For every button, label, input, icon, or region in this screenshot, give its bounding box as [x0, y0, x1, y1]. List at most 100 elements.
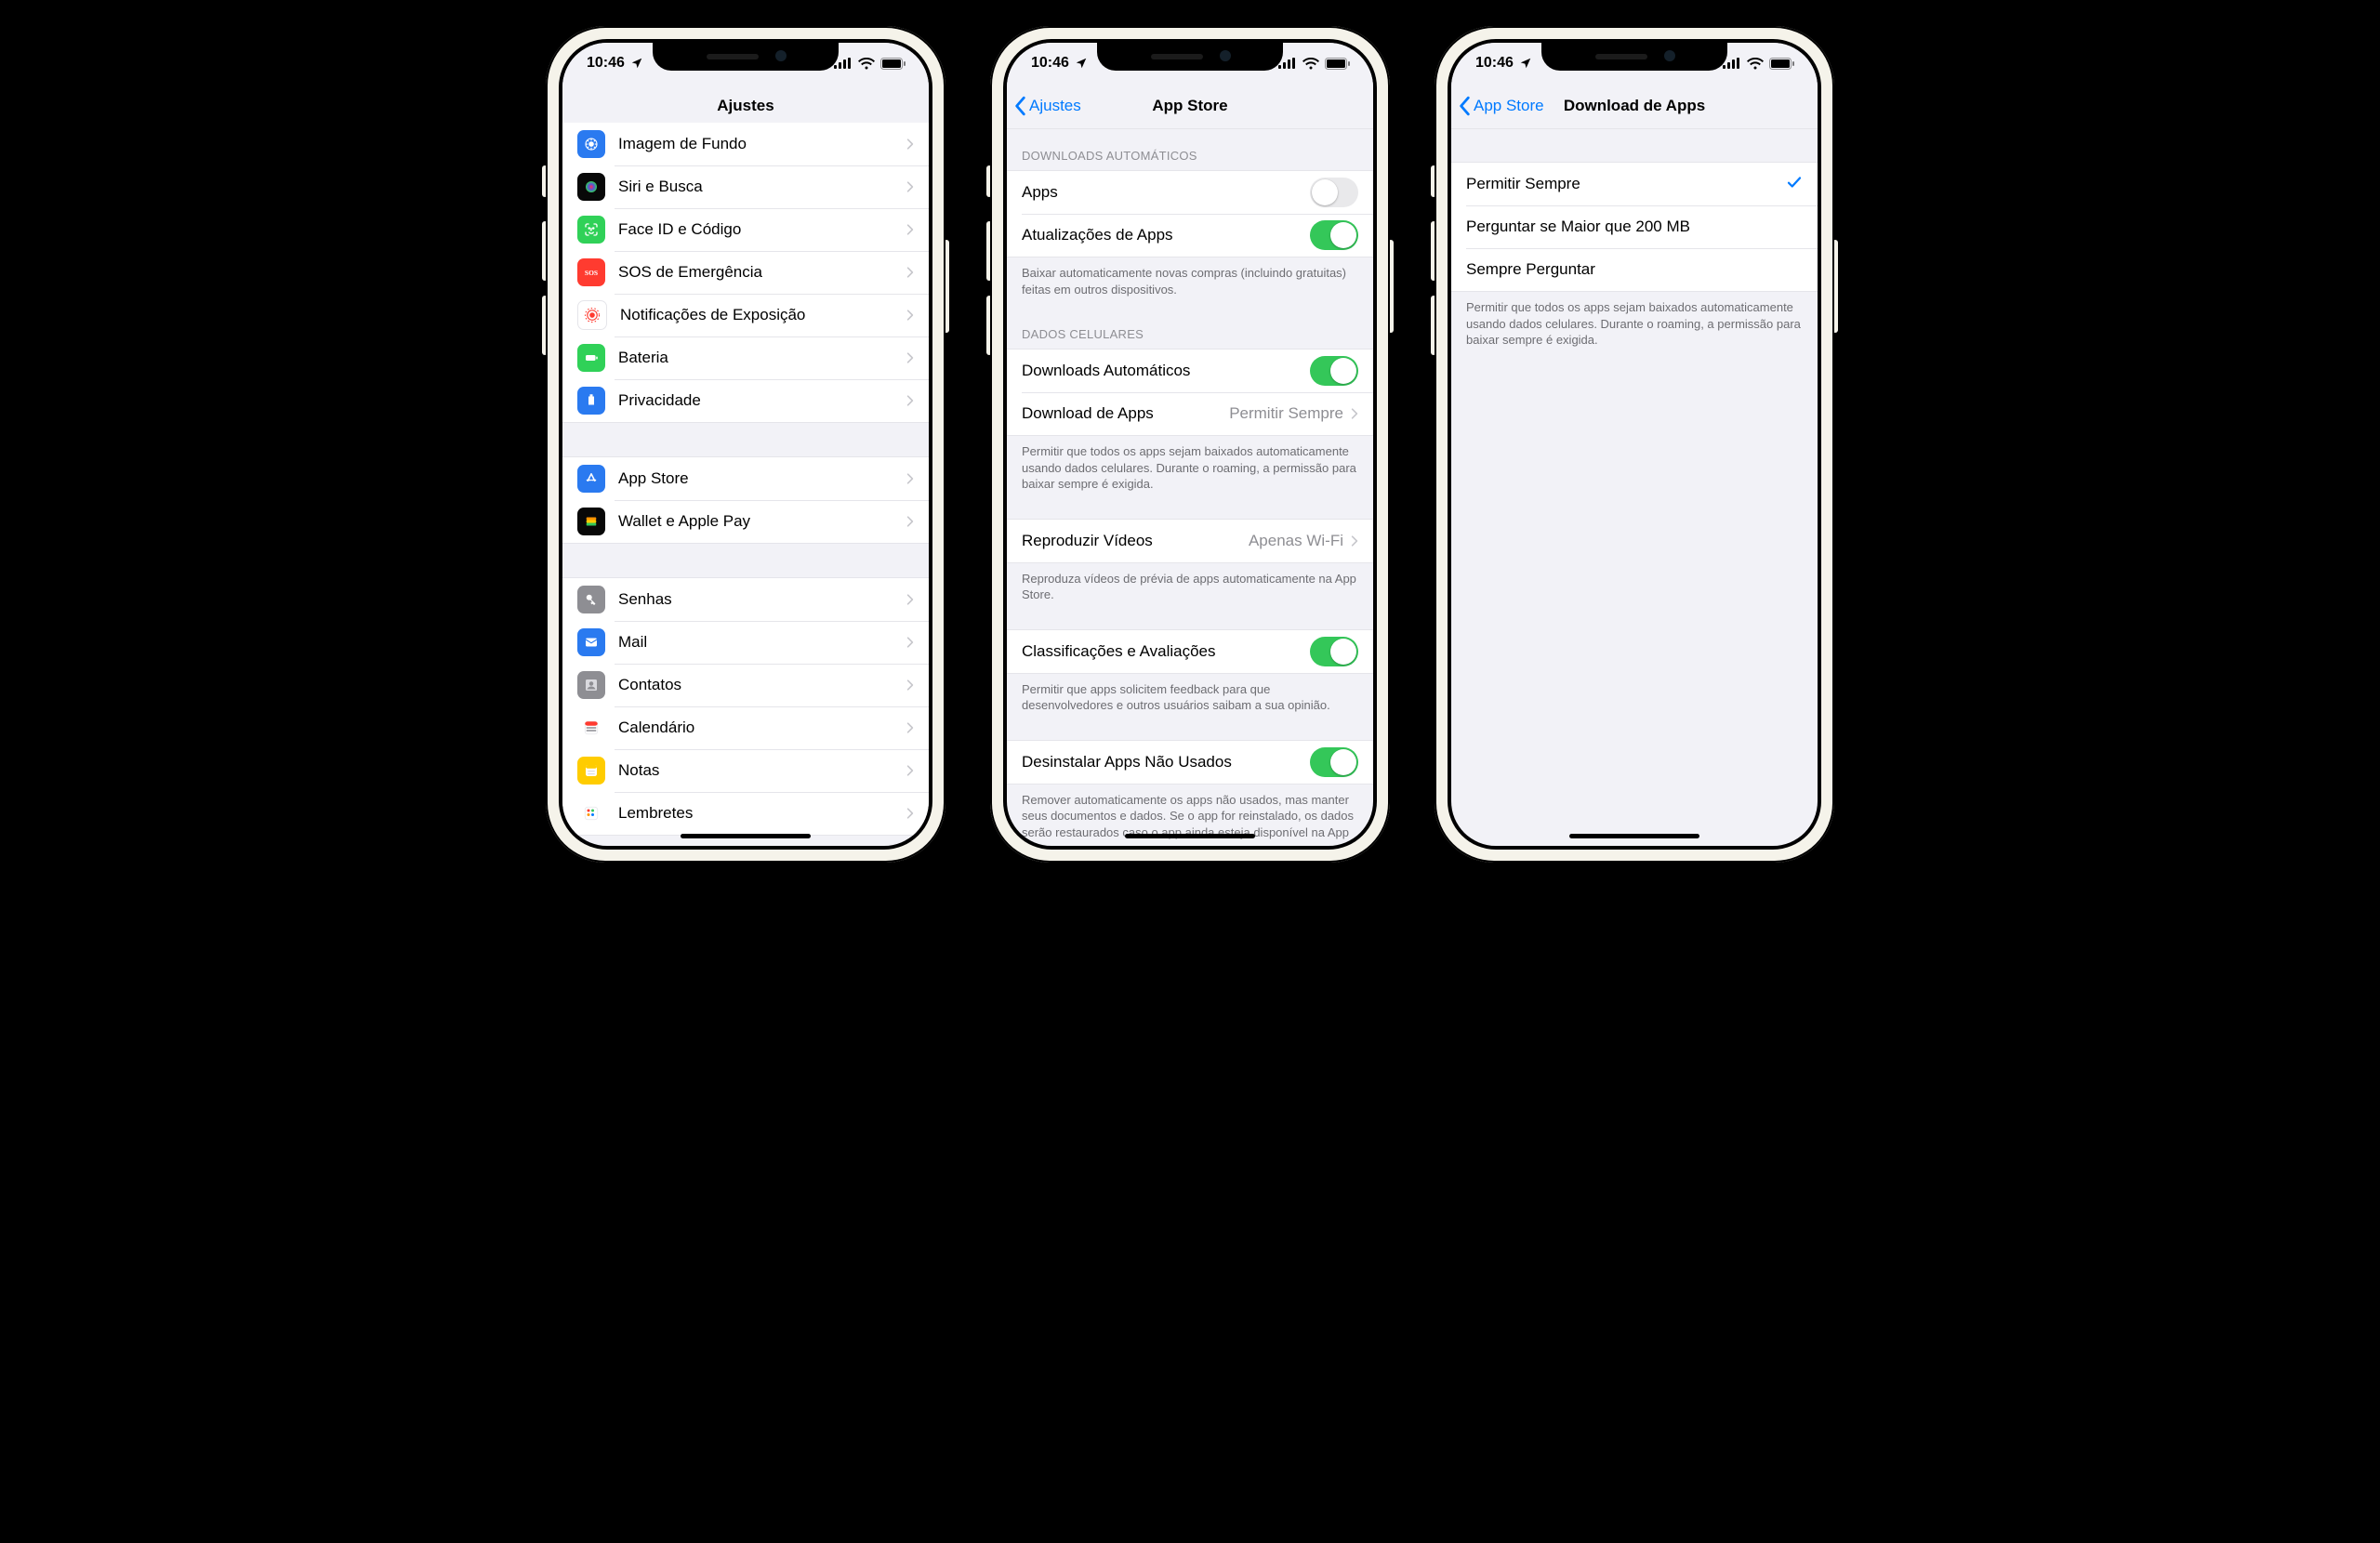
section-group-3: Classificações e Avaliações	[1007, 629, 1373, 674]
settings-content[interactable]: Imagem de Fundo Siri e Busca Face ID e C…	[562, 123, 929, 846]
settings-item-label: Notificações de Exposição	[620, 306, 906, 324]
device-download-apps: 10:46 App Store Download de Apps	[1435, 26, 1834, 863]
row-label: Desinstalar Apps Não Usados	[1022, 753, 1310, 772]
appstore-content[interactable]: DOWNLOADS AUTOMÁTICOS Apps Atualizações …	[1007, 128, 1373, 846]
settings-item-label: Imagem de Fundo	[618, 135, 906, 153]
settings-group-0: Imagem de Fundo Siri e Busca Face ID e C…	[562, 123, 929, 423]
settings-item-passwords[interactable]: Senhas	[562, 578, 929, 621]
home-indicator[interactable]	[1569, 834, 1699, 838]
chevron-right-icon	[906, 636, 914, 649]
options-footer: Permitir que todos os apps sejam baixado…	[1451, 292, 1818, 358]
row-0-1[interactable]: Atualizações de Apps	[1007, 214, 1373, 257]
back-label: Ajustes	[1029, 97, 1081, 115]
toggle-0-0[interactable]	[1310, 178, 1358, 207]
row-label: Download de Apps	[1022, 404, 1229, 423]
battery-icon	[577, 344, 605, 372]
settings-item-siri[interactable]: Siri e Busca	[562, 165, 929, 208]
row-label: Reproduzir Vídeos	[1022, 532, 1249, 550]
option-label: Sempre Perguntar	[1466, 260, 1803, 279]
settings-item-notes[interactable]: Notas	[562, 749, 929, 792]
toggle-0-1[interactable]	[1310, 220, 1358, 250]
settings-item-label: App Store	[618, 469, 906, 488]
row-1-1[interactable]: Download de Apps Permitir Sempre	[1007, 392, 1373, 435]
toggle-1-0[interactable]	[1310, 356, 1358, 386]
checkmark-icon	[1786, 174, 1803, 195]
settings-item-privacy[interactable]: Privacidade	[562, 379, 929, 422]
settings-item-wallet[interactable]: Wallet e Apple Pay	[562, 500, 929, 543]
settings-item-label: Lembretes	[618, 804, 906, 823]
settings-item-calendar[interactable]: Calendário	[562, 706, 929, 749]
chevron-right-icon	[906, 764, 914, 777]
notes-icon	[577, 757, 605, 785]
row-1-0[interactable]: Downloads Automáticos	[1007, 349, 1373, 392]
appstore-icon	[577, 465, 605, 493]
home-indicator[interactable]	[681, 834, 811, 838]
row-0-0[interactable]: Apps	[1007, 171, 1373, 214]
settings-item-exposure[interactable]: Notificações de Exposição	[562, 294, 929, 336]
nav-title: Ajustes	[717, 97, 774, 115]
settings-item-label: Bateria	[618, 349, 906, 367]
settings-item-label: Contatos	[618, 676, 906, 694]
chevron-right-icon	[906, 223, 914, 236]
location-icon	[1075, 57, 1088, 70]
settings-item-mail[interactable]: Mail	[562, 621, 929, 664]
section-footer-1: Permitir que todos os apps sejam baixado…	[1007, 436, 1373, 502]
nav-bar: Ajustes App Store	[1007, 84, 1373, 129]
toggle-4-0[interactable]	[1310, 747, 1358, 777]
home-indicator[interactable]	[1125, 834, 1255, 838]
section-footer-0: Baixar automaticamente novas compras (in…	[1007, 257, 1373, 307]
settings-item-label: SOS de Emergência	[618, 263, 906, 282]
exposure-icon	[577, 300, 607, 330]
wallet-icon	[577, 508, 605, 535]
section-group-4: Desinstalar Apps Não Usados	[1007, 740, 1373, 785]
back-button[interactable]: Ajustes	[1014, 84, 1081, 128]
option-2[interactable]: Sempre Perguntar	[1451, 248, 1818, 291]
notch	[1541, 43, 1727, 71]
chevron-right-icon	[906, 472, 914, 485]
chevron-right-icon	[906, 351, 914, 364]
location-icon	[1519, 57, 1532, 70]
settings-item-contacts[interactable]: Contatos	[562, 664, 929, 706]
wifi-icon	[1747, 58, 1764, 70]
settings-item-battery[interactable]: Bateria	[562, 336, 929, 379]
option-0[interactable]: Permitir Sempre	[1451, 163, 1818, 205]
location-icon	[630, 57, 643, 70]
siri-icon	[577, 173, 605, 201]
chevron-left-icon	[1459, 96, 1472, 116]
row-2-0[interactable]: Reproduzir Vídeos Apenas Wi-Fi	[1007, 520, 1373, 562]
back-button[interactable]: App Store	[1459, 84, 1544, 128]
settings-item-label: Wallet e Apple Pay	[618, 512, 906, 531]
row-4-0[interactable]: Desinstalar Apps Não Usados	[1007, 741, 1373, 784]
wallpaper-icon	[577, 130, 605, 158]
row-3-0[interactable]: Classificações e Avaliações	[1007, 630, 1373, 673]
wifi-icon	[1302, 58, 1319, 70]
contacts-icon	[577, 671, 605, 699]
nav-bar: App Store Download de Apps	[1451, 84, 1818, 129]
chevron-right-icon	[906, 180, 914, 193]
options-group: Permitir Sempre Perguntar se Maior que 2…	[1451, 162, 1818, 292]
chevron-right-icon	[906, 679, 914, 692]
settings-item-wallpaper[interactable]: Imagem de Fundo	[562, 123, 929, 165]
device-appstore: 10:46 Ajustes App Store DOWNLOADS AUTOMÁ…	[990, 26, 1390, 863]
toggle-3-0[interactable]	[1310, 637, 1358, 666]
option-1[interactable]: Perguntar se Maior que 200 MB	[1451, 205, 1818, 248]
chevron-right-icon	[906, 515, 914, 528]
chevron-right-icon	[906, 394, 914, 407]
reminders-icon	[577, 799, 605, 827]
chevron-right-icon	[906, 721, 914, 734]
row-label: Apps	[1022, 183, 1310, 202]
settings-item-label: Mail	[618, 633, 906, 652]
back-label: App Store	[1474, 97, 1544, 115]
settings-item-appstore[interactable]: App Store	[562, 457, 929, 500]
row-label: Atualizações de Apps	[1022, 226, 1310, 244]
download-options-content[interactable]: Permitir Sempre Perguntar se Maior que 2…	[1451, 128, 1818, 846]
settings-item-reminders[interactable]: Lembretes	[562, 792, 929, 835]
chevron-right-icon	[906, 309, 914, 322]
status-time: 10:46	[587, 55, 625, 72]
section-footer-2: Reproduza vídeos de prévia de apps autom…	[1007, 563, 1373, 613]
settings-item-sos[interactable]: SOS SOS de Emergência	[562, 251, 929, 294]
section-group-0: Apps Atualizações de Apps	[1007, 170, 1373, 257]
stage: 10:46 Ajustes Imagem de Fundo Siri e Bus…	[0, 0, 2380, 900]
chevron-right-icon	[906, 138, 914, 151]
settings-item-faceid[interactable]: Face ID e Código	[562, 208, 929, 251]
